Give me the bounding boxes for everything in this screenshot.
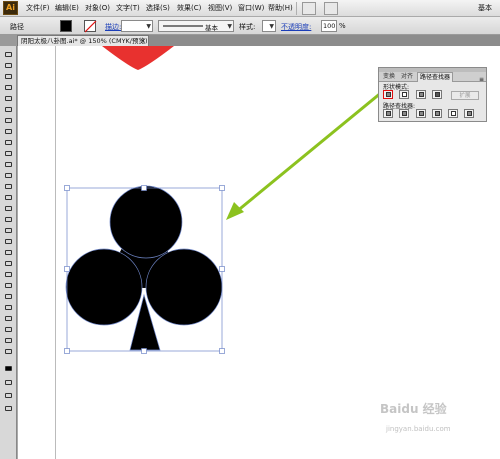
panel-tabs: 变换 对齐 路径查找器 ≡ (379, 72, 486, 83)
exclude-icon[interactable] (432, 90, 442, 99)
watermark-url: jingyan.baidu.com (386, 425, 451, 433)
pathfinder-panel: 变换 对齐 路径查找器 ≡ 形状模式: 扩展 路径查找器: (378, 67, 487, 122)
intersect-icon[interactable] (416, 90, 426, 99)
minus-front-icon[interactable] (399, 90, 409, 99)
tab-pathfinder[interactable]: 路径查找器 (417, 72, 454, 82)
tab-align[interactable]: 对齐 (399, 72, 415, 82)
club-shape[interactable] (66, 186, 222, 350)
arrow-annotation (226, 90, 383, 220)
divide-icon[interactable] (383, 109, 393, 118)
panel-menu-icon[interactable]: ≡ (479, 76, 484, 83)
minus-back-icon[interactable] (464, 109, 474, 118)
expand-button[interactable]: 扩展 (451, 91, 479, 100)
trim-icon[interactable] (399, 109, 409, 118)
watermark: Baidu 经验 (380, 402, 447, 416)
tab-transform[interactable]: 变换 (381, 72, 397, 82)
unite-icon[interactable] (383, 90, 393, 99)
outline-icon[interactable] (448, 109, 458, 118)
crop-icon[interactable] (432, 109, 442, 118)
merge-icon[interactable] (416, 109, 426, 118)
heart-shape[interactable] (102, 46, 174, 70)
